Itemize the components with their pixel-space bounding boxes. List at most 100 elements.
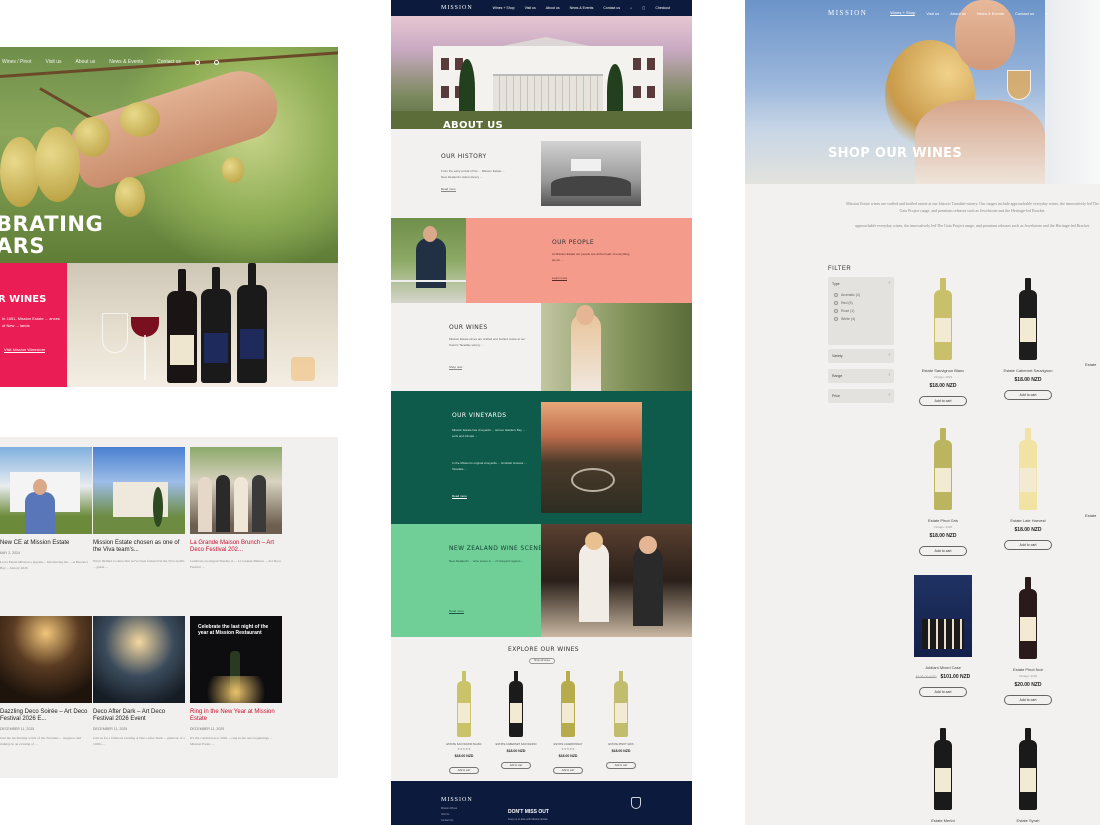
add-to-cart-button[interactable]: Add to cart [501, 762, 531, 769]
filter-price-group[interactable]: Price [828, 389, 894, 403]
product-card[interactable]: ESTATE SAUVIGNON BLANC ★★★★★ $18.00 NZD Add… [439, 671, 489, 776]
wines-photo [541, 303, 692, 391]
nav-contact[interactable]: Contact us [157, 59, 181, 65]
product-name[interactable]: Estate Cabernet Sauvignon [993, 368, 1063, 373]
news-title[interactable]: Dazzling Deco Soirée – Art Deco Festival… [0, 709, 92, 723]
news-title[interactable]: New CE at Mission Estate [0, 540, 92, 547]
filter-option[interactable]: Rosé (1) [828, 307, 894, 315]
nav-contact[interactable]: Contact us [603, 6, 620, 10]
shop-all-button[interactable]: Shop all wines [529, 658, 555, 664]
search-icon[interactable]: ⌕ [1045, 11, 1047, 16]
nav-visit[interactable]: Visit us [926, 11, 939, 16]
footer-link[interactable]: Mission Wines [441, 807, 457, 810]
news-title[interactable]: Mission Estate chosen as one of the Viva… [93, 540, 185, 554]
mission-logo[interactable]: MISSION [441, 5, 473, 11]
news-card-3[interactable]: La Grande Maison Brunch – Art Deco Festi… [190, 447, 282, 570]
product-card[interactable]: ESTATE CABERNET SAUVIGNON $18.00 NZD Add t… [491, 671, 541, 771]
product-name[interactable]: Estate Late Harvest [993, 518, 1063, 523]
nav-about[interactable]: About us [546, 6, 560, 10]
product-card[interactable]: Estate Pinot Noir Vintage: 2022 $20.00 NZD… [993, 577, 1063, 706]
section-link[interactable]: Read more [449, 609, 464, 614]
cart-icon[interactable] [214, 59, 220, 65]
filter-option[interactable]: Aromatic (2) [828, 291, 894, 299]
bottle-image [509, 671, 523, 737]
mission-logo[interactable]: MISSION [828, 9, 867, 17]
news-excerpt: Celebrate an elegant Sunday at ... La Gr… [190, 559, 282, 569]
product-card[interactable]: Estate Cabernet Sauvignon $18.00 NZD Add t… [993, 278, 1063, 401]
filter-variety-group[interactable]: Variety [828, 349, 894, 363]
product-card[interactable]: Estate Late Harvest $18.00 NZD Add to cart [993, 428, 1063, 551]
section-link[interactable]: Read more [441, 187, 456, 192]
add-to-cart-button[interactable]: Add to cart [1004, 540, 1052, 550]
nav-checkout[interactable]: Checkout [655, 6, 670, 10]
nav-visit[interactable]: Visit us [45, 59, 61, 65]
add-to-cart-button[interactable]: Add to cart [1004, 695, 1052, 705]
promo-link[interactable]: Visit Mission Winestore [4, 347, 46, 353]
nav-visit[interactable]: Visit us [525, 6, 536, 10]
nav-news[interactable]: News & Events [109, 59, 143, 65]
add-to-cart-button[interactable]: Add to cart [919, 687, 967, 697]
product-card[interactable]: Jubilant Mixed Case $108.00 NZD $101.00 NZ… [908, 575, 978, 698]
add-to-cart-button[interactable]: Add to cart [606, 762, 636, 769]
news-title[interactable]: La Grande Maison Brunch – Art Deco Festi… [190, 540, 282, 554]
section-link[interactable]: Read more [452, 494, 467, 499]
product-card[interactable]: Estate Merlot [908, 728, 978, 823]
bottle-image [1019, 278, 1037, 360]
product-card[interactable]: ESTATE PINOT GRIS $18.00 NZD Add to cart [596, 671, 646, 771]
add-to-cart-button[interactable]: Add to cart [1004, 390, 1052, 400]
filter-type-header[interactable]: Type [828, 277, 894, 291]
add-to-cart-button[interactable]: Add to cart [919, 546, 967, 556]
footer-logo[interactable]: MISSION [441, 797, 473, 803]
nav-wines[interactable]: Wines + Shop [493, 6, 515, 10]
footer-link[interactable]: Visit Us [441, 813, 449, 816]
product-card[interactable]: Estate Pinot Gris Vintage: 2025 $18.00 NZD… [908, 428, 978, 557]
section-link[interactable]: Learn more [552, 276, 568, 281]
news-card-5[interactable]: Deco After Dark – Art Deco Festival 2026… [93, 616, 185, 747]
news-excerpt: We're thrilled to share that we've been … [93, 559, 185, 569]
product-name[interactable]: ESTATE SAUVIGNON BLANC [439, 743, 489, 746]
product-card[interactable]: Estate Syrah [993, 728, 1063, 823]
news-title[interactable]: Ring in the New Year at Mission Estate [190, 709, 282, 723]
nav-wines[interactable]: Wines / Pinot [2, 59, 31, 65]
section-link[interactable]: Shop now [449, 365, 463, 370]
product-card[interactable]: Estate Sauvignon Blanc Vintage: 2024 $18.0… [908, 278, 978, 407]
mixed-case-image [914, 575, 972, 657]
main-nav: Wines / Pinot Visit us About us News & E… [0, 55, 338, 69]
product-name[interactable]: ESTATE PINOT GRIS [596, 743, 646, 746]
search-icon[interactable]: ⌕ [630, 6, 632, 10]
cart-icon[interactable]: ▢ [642, 6, 645, 10]
product-name[interactable]: Estate Sauvignon Blanc [908, 368, 978, 373]
news-card-2[interactable]: Mission Estate chosen as one of the Viva… [93, 447, 185, 570]
news-card-6[interactable]: Celebrate the last night of the year at … [190, 616, 282, 747]
product-name[interactable]: Estate Pinot Gris [908, 518, 978, 523]
product-name[interactable]: Estate Syrah [993, 818, 1063, 823]
vineyards-photo [541, 402, 642, 513]
screenshot-canvas: Wines / Pinot Visit us About us News & E… [0, 0, 1100, 825]
news-card-1[interactable]: New CE at Mission Estate MAY 2, 2024 Led… [0, 447, 92, 571]
product-name[interactable]: Estate Merlot [908, 818, 978, 823]
filter-range-group[interactable]: Range [828, 369, 894, 383]
news-excerpt: Join us for a fabulous evening at Deco A… [93, 736, 185, 746]
product-name[interactable]: ESTATE CABERNET SAUVIGNON [491, 743, 541, 746]
nav-news[interactable]: News & Events [570, 6, 594, 10]
product-name[interactable]: Jubilant Mixed Case [908, 665, 978, 670]
product-card[interactable]: ESTATE CHARDONNAY ★★★★★ $18.00 NZD Add to c… [543, 671, 593, 776]
nav-contact[interactable]: Contact us [1015, 11, 1034, 16]
nav-news[interactable]: News & Events [977, 11, 1004, 16]
nav-about[interactable]: About us [76, 59, 96, 65]
add-to-cart-button[interactable]: Add to cart [919, 396, 967, 406]
product-name[interactable]: Estate Pinot Noir [993, 667, 1063, 672]
search-icon[interactable] [195, 59, 201, 65]
add-to-cart-button[interactable]: Add to cart [553, 767, 583, 774]
add-to-cart-button[interactable]: Add to cart [449, 767, 479, 774]
product-name[interactable]: ESTATE CHARDONNAY [543, 743, 593, 746]
news-title[interactable]: Deco After Dark – Art Deco Festival 2026… [93, 709, 185, 723]
nav-about[interactable]: About us [950, 11, 966, 16]
bottle-image [1019, 428, 1037, 510]
news-card-4[interactable]: Dazzling Deco Soirée – Art Deco Festival… [0, 616, 92, 747]
hero-title: SHOP OUR WINES [828, 146, 962, 161]
filter-option[interactable]: White (4) [828, 315, 894, 323]
footer-link[interactable]: Contact Us [441, 819, 453, 822]
nav-wines[interactable]: Wines + Shop [890, 10, 916, 16]
filter-option[interactable]: Red (5) [828, 299, 894, 307]
